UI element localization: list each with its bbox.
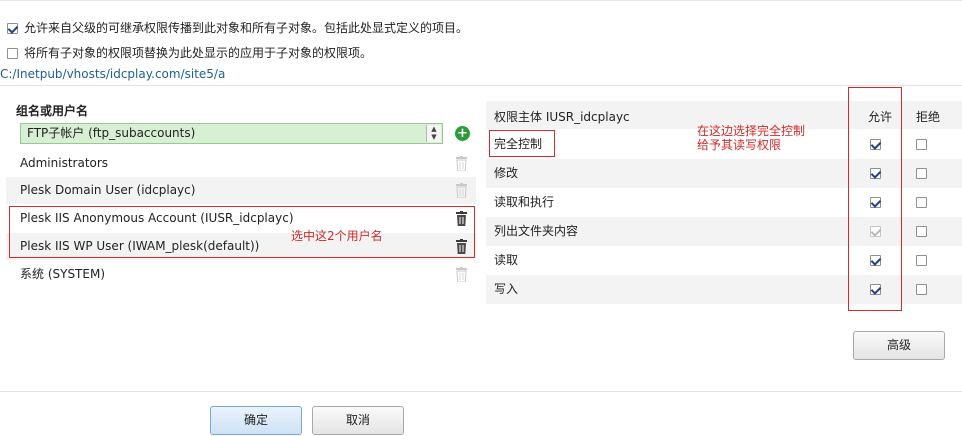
user-select-value: FTP子帐户 (ftp_subaccounts) (27, 126, 196, 140)
user-select-dropdown[interactable]: FTP子帐户 (ftp_subaccounts) ▲ ▼ (20, 123, 443, 144)
cancel-button[interactable]: 取消 (312, 406, 404, 435)
trash-icon[interactable] (456, 183, 467, 198)
user-row[interactable]: Plesk Domain User (idcplayc) (6, 177, 476, 204)
inherit-permissions-checkbox[interactable] (7, 23, 18, 34)
user-row[interactable]: Administrators (6, 150, 476, 177)
deny-checkbox[interactable] (916, 197, 927, 208)
ok-button[interactable]: 确定 (210, 406, 302, 435)
replace-child-permissions-checkbox[interactable] (7, 48, 18, 59)
deny-checkbox[interactable] (916, 226, 927, 237)
permission-label: 列出文件夹内容 (494, 224, 579, 238)
user-row[interactable]: 系统 (SYSTEM) (6, 261, 476, 288)
advanced-button[interactable]: 高级 (853, 331, 945, 360)
permission-label: 修改 (494, 166, 519, 180)
permissions-annotation: 在这边选择完全控制 给予其读写权限 (697, 124, 805, 152)
folder-path: C:/Inetpub/vhosts/idcplay.com/site5/a (0, 67, 226, 81)
inherit-permissions-label: 允许来自父级的可继承权限传播到此对象和所有子对象。包括此处显式定义的项目。 (24, 21, 469, 35)
user-row-label: Plesk Domain User (idcplayc) (20, 183, 196, 197)
users-highlight-box (9, 206, 475, 258)
permissions-annotation-line2: 给予其读写权限 (697, 138, 782, 152)
users-section-title: 组名或用户名 (16, 104, 89, 118)
full-control-highlight-box (489, 130, 555, 157)
chevron-updown-icon: ▲ ▼ (426, 125, 441, 142)
user-row-label: 系统 (SYSTEM) (20, 267, 106, 281)
footer-divider (0, 391, 962, 392)
deny-column-header: 拒绝 (916, 110, 941, 124)
top-border (0, 0, 962, 1)
users-annotation: 选中这2个用户名 (291, 229, 383, 243)
permissions-annotation-line1: 在这边选择完全控制 (697, 124, 806, 138)
deny-checkbox[interactable] (916, 255, 927, 266)
allow-column-highlight-box (848, 87, 902, 311)
deny-checkbox[interactable] (916, 139, 927, 150)
deny-checkbox[interactable] (916, 284, 927, 295)
trash-icon[interactable] (456, 267, 467, 282)
add-user-button[interactable]: + (455, 126, 470, 141)
user-row-label: Administrators (20, 156, 109, 170)
permission-label: 读取 (494, 253, 519, 267)
permission-label: 读取和执行 (494, 195, 555, 209)
deny-checkbox[interactable] (916, 168, 927, 179)
divider (0, 85, 962, 86)
permission-label: 写入 (494, 282, 519, 296)
replace-child-permissions-label: 将所有子对象的权限项替换为此处显示的应用于子对象的权限项。 (24, 46, 373, 60)
trash-icon[interactable] (456, 156, 467, 171)
principal-label: 权限主体 IUSR_idcplayc (494, 110, 630, 124)
